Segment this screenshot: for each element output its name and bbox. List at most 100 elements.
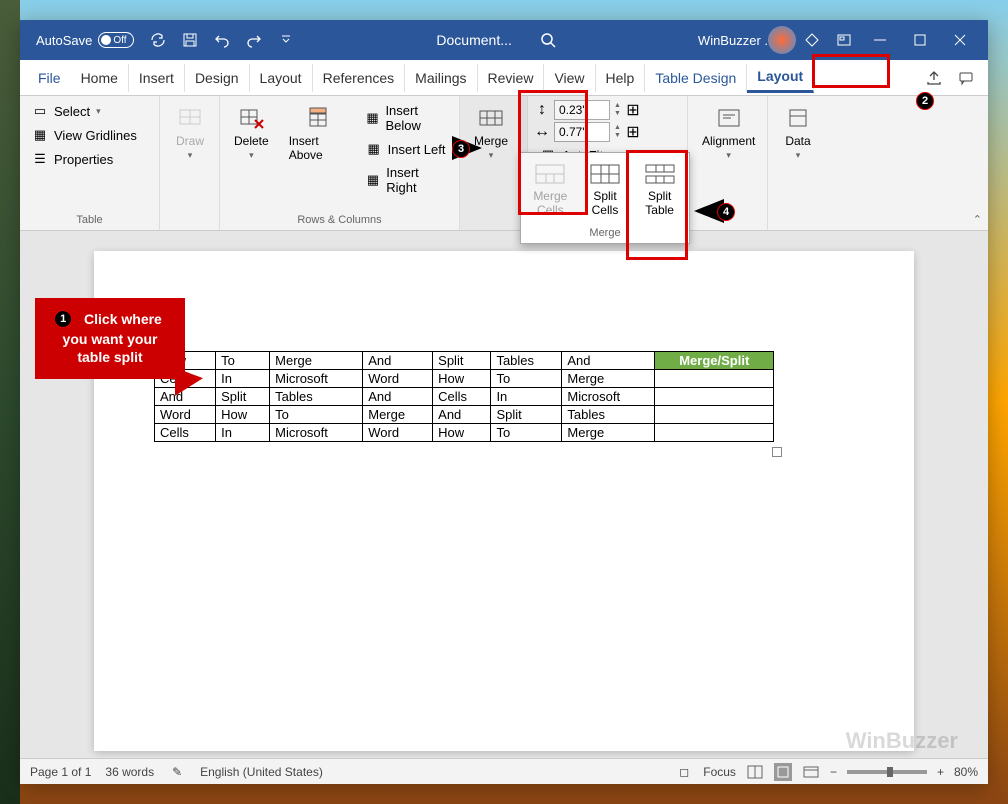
table-cell[interactable]: Word (363, 370, 433, 388)
insert-right-button[interactable]: ▦Insert Right (360, 162, 453, 198)
delete-button[interactable]: Delete▾ (226, 100, 277, 165)
table-cell[interactable]: To (216, 352, 270, 370)
tab-layout[interactable]: Layout (250, 64, 313, 92)
document-table[interactable]: HowToMergeAndSplitTablesAndMerge/SplitCe… (154, 351, 774, 442)
zoom-slider[interactable] (847, 770, 927, 774)
table-cell[interactable]: Split (491, 406, 562, 424)
table-resize-handle[interactable] (772, 447, 782, 457)
properties-button[interactable]: ☰Properties (26, 148, 119, 170)
table-cell[interactable]: Microsoft (562, 388, 655, 406)
page-indicator[interactable]: Page 1 of 1 (30, 765, 91, 779)
table-cell[interactable]: Cells (155, 424, 216, 442)
table-cell[interactable]: Merge (270, 352, 363, 370)
sync-icon[interactable] (148, 30, 168, 50)
tab-table-layout[interactable]: Layout (747, 62, 814, 93)
focus-mode-icon[interactable]: ◻ (675, 763, 693, 781)
tab-home[interactable]: Home (71, 64, 129, 92)
table-cell[interactable]: Merge (363, 406, 433, 424)
collapse-ribbon-icon[interactable]: ⌃ (973, 213, 982, 226)
tab-insert[interactable]: Insert (129, 64, 185, 92)
minimize-button[interactable] (860, 20, 900, 60)
table-cell[interactable]: How (433, 370, 491, 388)
share-icon[interactable] (920, 64, 948, 92)
table-cell[interactable]: Word (155, 406, 216, 424)
table-cell[interactable]: And (363, 352, 433, 370)
table-cell[interactable]: Split (216, 388, 270, 406)
row-height-input[interactable] (554, 100, 610, 120)
insert-above-button[interactable]: Insert Above (281, 100, 356, 166)
table-cell[interactable]: How (216, 406, 270, 424)
table-cell[interactable]: In (216, 370, 270, 388)
maximize-button[interactable] (900, 20, 940, 60)
toggle-switch[interactable]: Off (98, 32, 134, 48)
col-width-control[interactable]: ↔ ▲▼ ⊞ (534, 122, 641, 142)
table-cell[interactable]: To (491, 424, 562, 442)
distribute-cols-icon[interactable]: ⊞ (625, 124, 641, 140)
ribbon-mode-icon[interactable] (834, 30, 854, 50)
tab-mailings[interactable]: Mailings (405, 64, 477, 92)
select-button[interactable]: ▭Select▾ (26, 100, 107, 122)
tab-help[interactable]: Help (596, 64, 646, 92)
language-indicator[interactable]: English (United States) (200, 765, 323, 779)
document-name[interactable]: Document... (436, 32, 511, 48)
autosave-toggle[interactable]: AutoSave Off (28, 32, 142, 48)
table-cell[interactable]: To (270, 406, 363, 424)
col-width-input[interactable] (554, 122, 610, 142)
zoom-out-button[interactable]: − (830, 765, 837, 779)
focus-label[interactable]: Focus (703, 765, 736, 779)
table-cell[interactable]: Tables (562, 406, 655, 424)
table-cell[interactable]: Split (433, 352, 491, 370)
user-avatar[interactable] (768, 26, 796, 54)
read-mode-icon[interactable] (746, 763, 764, 781)
alignment-button[interactable]: Alignment▾ (694, 100, 763, 165)
table-cell[interactable]: And (363, 388, 433, 406)
table-cell[interactable] (655, 388, 774, 406)
table-cell[interactable]: In (216, 424, 270, 442)
row-height-control[interactable]: ↕ ▲▼ ⊞ (534, 100, 641, 120)
split-cells-button[interactable]: Split Cells (581, 159, 629, 221)
tab-review[interactable]: Review (478, 64, 545, 92)
word-count[interactable]: 36 words (105, 765, 154, 779)
print-layout-icon[interactable] (774, 763, 792, 781)
zoom-in-button[interactable]: + (937, 765, 944, 779)
tab-design[interactable]: Design (185, 64, 250, 92)
comments-icon[interactable] (952, 64, 980, 92)
table-cell[interactable]: Microsoft (270, 370, 363, 388)
table-cell[interactable] (655, 370, 774, 388)
insert-left-button[interactable]: ▦Insert Left (360, 138, 453, 160)
tab-file[interactable]: File (28, 64, 71, 92)
table-cell[interactable] (655, 424, 774, 442)
undo-icon[interactable] (212, 30, 232, 50)
distribute-rows-icon[interactable]: ⊞ (625, 102, 641, 118)
redo-icon[interactable] (244, 30, 264, 50)
close-button[interactable] (940, 20, 980, 60)
table-cell[interactable]: In (491, 388, 562, 406)
diamond-icon[interactable] (802, 30, 822, 50)
tab-table-design[interactable]: Table Design (645, 64, 747, 92)
spellcheck-icon[interactable]: ✎ (168, 763, 186, 781)
qat-customize-icon[interactable] (276, 30, 296, 50)
table-cell[interactable]: Tables (491, 352, 562, 370)
table-cell[interactable]: Tables (270, 388, 363, 406)
split-table-button[interactable]: Split Table (636, 159, 684, 221)
table-cell[interactable] (655, 406, 774, 424)
tab-references[interactable]: References (313, 64, 406, 92)
table-cell[interactable]: To (491, 370, 562, 388)
table-header-merge-split[interactable]: Merge/Split (655, 352, 774, 370)
page[interactable]: ✥ HowToMergeAndSplitTablesAndMerge/Split… (94, 251, 914, 751)
table-cell[interactable]: Cells (433, 388, 491, 406)
view-gridlines-button[interactable]: ▦View Gridlines (26, 124, 143, 146)
insert-below-button[interactable]: ▦Insert Below (360, 100, 453, 136)
table-cell[interactable]: And (562, 352, 655, 370)
table-cell[interactable]: And (433, 406, 491, 424)
table-cell[interactable]: Word (363, 424, 433, 442)
save-icon[interactable] (180, 30, 200, 50)
tab-view[interactable]: View (544, 64, 595, 92)
data-button[interactable]: Data▾ (774, 100, 822, 165)
web-layout-icon[interactable] (802, 763, 820, 781)
table-cell[interactable]: How (433, 424, 491, 442)
zoom-level[interactable]: 80% (954, 765, 978, 779)
table-cell[interactable]: Merge (562, 424, 655, 442)
search-icon[interactable] (538, 30, 558, 50)
table-cell[interactable]: Microsoft (270, 424, 363, 442)
